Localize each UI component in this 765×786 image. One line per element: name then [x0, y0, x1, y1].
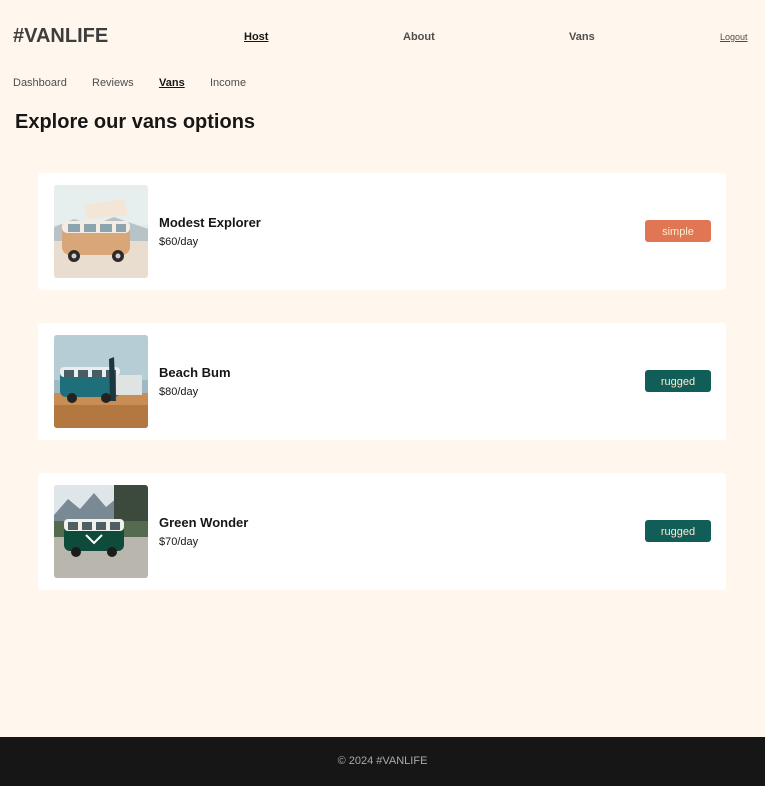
van-type-badge[interactable]: rugged: [645, 370, 711, 392]
nav-vans[interactable]: Vans: [569, 31, 595, 43]
subnav-vans[interactable]: Vans: [159, 77, 185, 89]
van-photo-teal: [54, 335, 148, 428]
subnav-income[interactable]: Income: [210, 77, 246, 89]
van-card[interactable]: Beach Bum $80/day rugged: [38, 323, 726, 440]
subnav-dashboard[interactable]: Dashboard: [13, 77, 67, 89]
van-name: Modest Explorer: [159, 215, 261, 230]
subnav-reviews[interactable]: Reviews: [92, 77, 134, 89]
van-price: $70/day: [159, 536, 199, 548]
footer-copyright: © 2024 #VANLIFE: [337, 755, 428, 767]
nav-about[interactable]: About: [403, 31, 435, 43]
van-price: $80/day: [159, 386, 199, 398]
van-photo-green: [54, 485, 148, 578]
logout-link[interactable]: Logout: [720, 32, 748, 42]
van-name: Green Wonder: [159, 515, 249, 530]
van-price: $60/day: [159, 236, 199, 248]
van-photo-beige: [54, 185, 148, 278]
page-title: Explore our vans options: [15, 111, 256, 133]
van-card[interactable]: Green Wonder $70/day rugged: [38, 473, 726, 590]
site-logo[interactable]: #VANLIFE: [13, 25, 108, 48]
site-footer: © 2024 #VANLIFE: [0, 737, 765, 786]
van-card[interactable]: Modest Explorer $60/day simple: [38, 173, 726, 290]
nav-host[interactable]: Host: [244, 31, 268, 43]
site-header: #VANLIFE Host About Vans Logout: [0, 0, 765, 70]
van-type-badge[interactable]: rugged: [645, 520, 711, 542]
van-type-badge[interactable]: simple: [645, 220, 711, 242]
van-name: Beach Bum: [159, 365, 231, 380]
